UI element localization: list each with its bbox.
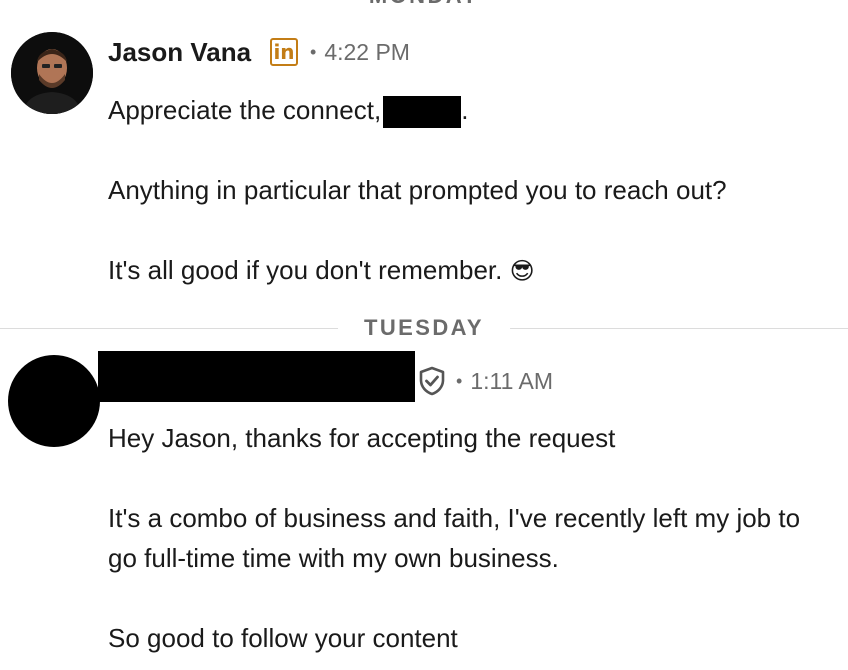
sender-name-redacted	[98, 351, 415, 402]
date-divider-tuesday: TUESDAY	[0, 308, 848, 348]
message-line: Appreciate the connect,.	[108, 90, 828, 130]
date-label: MONDAY	[342, 0, 506, 9]
separator-dot: •	[310, 41, 317, 62]
avatar-photo	[11, 32, 93, 114]
message-line: It's all good if you don't remember. 😎	[108, 255, 535, 285]
message-line: Anything in particular that prompted you…	[108, 175, 727, 205]
date-label: TUESDAY	[338, 315, 510, 341]
linkedin-icon: in	[270, 38, 298, 66]
avatar-redacted[interactable]	[8, 355, 100, 447]
message-body: Hey Jason, thanks for accepting the requ…	[108, 418, 828, 658]
message-meta: in • 4:22 PM	[270, 38, 410, 66]
message-meta: • 1:11 AM	[418, 366, 553, 396]
shield-check-icon	[419, 366, 445, 396]
avatar[interactable]	[11, 32, 93, 114]
sender-name[interactable]: Jason Vana	[108, 37, 251, 68]
date-divider-monday: MONDAY	[0, 0, 848, 16]
redaction-block	[383, 96, 462, 129]
message-time: 1:11 AM	[470, 367, 553, 394]
message-body: Appreciate the connect,. Anything in par…	[108, 90, 828, 291]
sunglasses-emoji-icon: 😎	[509, 257, 535, 285]
message-line: It's a combo of business and faith, I've…	[108, 503, 801, 573]
separator-dot: •	[456, 370, 463, 391]
message-time: 4:22 PM	[324, 38, 410, 65]
message-line: Hey Jason, thanks for accepting the requ…	[108, 423, 616, 453]
message-line: So good to follow your content	[108, 623, 458, 653]
